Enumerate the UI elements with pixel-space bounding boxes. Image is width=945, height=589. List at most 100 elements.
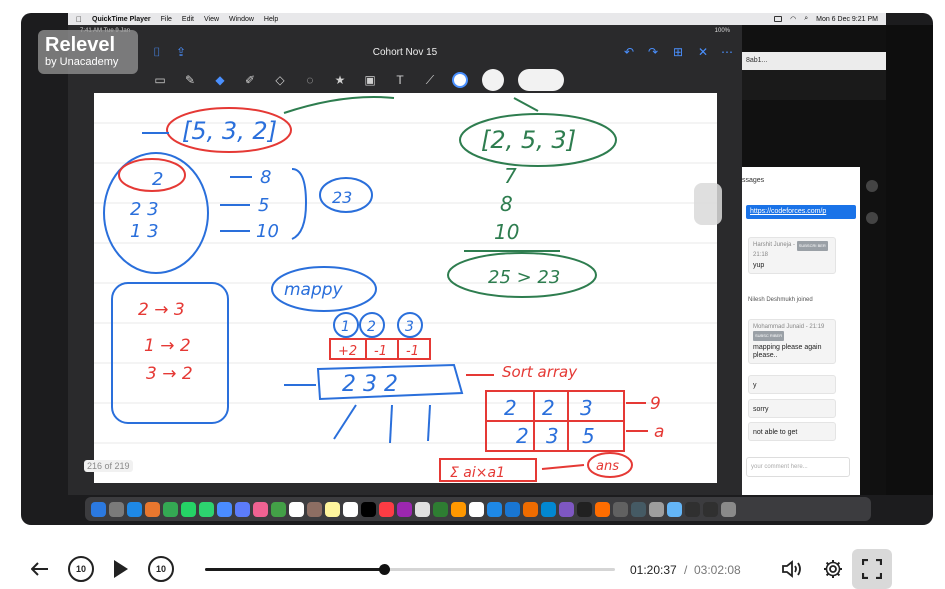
terminal-icon — [577, 501, 592, 517]
seek-bar-knob[interactable] — [378, 564, 390, 575]
volume-button[interactable] — [780, 557, 804, 581]
ans-label: ans — [596, 459, 619, 474]
fullscreen-icon — [862, 559, 882, 579]
width-swatch — [518, 69, 564, 91]
map-rule-2: 3 → 2 — [146, 364, 193, 384]
settings-button[interactable] — [821, 557, 845, 581]
chat-message: Harshit Juneja - SUBSCRI BER 21:18 yup — [748, 237, 836, 274]
speaker-icon — [782, 560, 801, 578]
finder-icon — [91, 501, 106, 517]
chat-message: not able to get — [748, 422, 836, 441]
delta-0: +2 — [338, 344, 357, 359]
grid-output-1: a — [654, 422, 664, 442]
facetime-icon — [271, 501, 286, 517]
preview-icon — [631, 501, 646, 517]
chat-title: ssages — [742, 177, 765, 184]
seek-bar[interactable] — [205, 564, 615, 575]
window-icon — [685, 501, 700, 517]
handwritten-notes: [5, 3, 2] [2, 5, 3] 2 2 3 1 3 8 5 10 23 … — [94, 96, 717, 482]
msg-author: Mohammad Junaid - 21:19 — [753, 324, 825, 330]
relevel-logo: Relevel by Unacademy — [38, 30, 138, 74]
arrow-value-2: 10 — [256, 221, 279, 242]
grid-output-0: 9 — [650, 394, 661, 414]
close-icon: ✕ — [697, 45, 709, 59]
browser-tab-text: 8ab1... — [746, 57, 768, 64]
undo-icon: ↶ — [623, 45, 635, 59]
page-counter: 216 of 219 — [84, 460, 133, 472]
mail-icon — [217, 501, 232, 517]
laser-icon: ⟋ — [425, 73, 435, 87]
tv-icon — [361, 501, 376, 517]
seek-bar-fill — [205, 568, 384, 571]
menubar-app-name: QuickTime Player — [86, 15, 151, 23]
firefox-icon — [145, 501, 160, 517]
vscode-icon — [505, 501, 520, 517]
array-box: 2 3 2 — [342, 372, 398, 397]
menu-file: File — [154, 15, 172, 23]
brace-value: 23 — [332, 188, 352, 207]
right-col-0: 7 — [504, 164, 517, 188]
menu-view: View — [197, 15, 219, 23]
logo-sub: by Unacademy — [45, 56, 119, 68]
rewind-10-button[interactable]: 10 — [68, 556, 94, 582]
forward-10-button[interactable]: 10 — [148, 556, 174, 582]
color-swatch — [482, 69, 504, 91]
grid-row-2: 1 3 — [130, 221, 159, 242]
music-icon — [379, 501, 394, 517]
settings-icon — [649, 501, 664, 517]
map-rule-0: 2 → 3 — [138, 300, 185, 320]
eraser-icon: ◆ — [215, 73, 225, 87]
time-separator: / — [684, 563, 688, 577]
lasso-icon: ◌ — [306, 73, 314, 87]
chat-panel: ssages https://codeforces.com/p Harshit … — [742, 167, 860, 495]
ipad-battery: 100% — [714, 28, 730, 34]
app-store-icon — [487, 501, 502, 517]
grid2-0: 2 — [516, 424, 529, 448]
numbers-icon — [433, 501, 448, 517]
msg-text: sorry — [753, 406, 769, 413]
map-rule-1: 1 → 2 — [144, 336, 191, 356]
color-swatch-active — [452, 72, 468, 88]
text-icon: T — [396, 73, 404, 87]
chat-message: sorry — [748, 399, 836, 418]
right-col-2: 10 — [494, 220, 519, 244]
sublime-icon — [523, 501, 538, 517]
trash-icon — [721, 501, 736, 517]
gear-icon — [824, 560, 842, 578]
layout-icon: ▭ — [154, 73, 166, 87]
video-edge — [886, 25, 933, 495]
safari-icon — [127, 501, 142, 517]
pages-icon — [451, 501, 466, 517]
subscriber-badge: SUBSCRI BER — [796, 241, 828, 251]
add-page-icon: ⊞ — [672, 45, 684, 59]
mac-menubar:  QuickTime Player File Edit View Window… — [68, 13, 886, 25]
sum-label: Σ ai×a1 — [450, 465, 505, 481]
grid1-1: 2 — [542, 396, 555, 420]
player-controls: 10 10 01:20:37 / 03:02:08 — [0, 545, 945, 589]
calendar-icon — [289, 501, 304, 517]
podcasts-icon — [397, 501, 412, 517]
freeform-icon — [469, 501, 484, 517]
fullscreen-button[interactable] — [852, 549, 892, 589]
right-array: [2, 5, 3] — [481, 126, 576, 154]
delta-1: -1 — [374, 344, 387, 359]
pen-icon: ✎ — [184, 73, 196, 87]
menubar-clock: Mon 6 Dec 9:21 PM — [816, 15, 878, 23]
wifi-icon: ◠ — [790, 16, 797, 23]
more-icon: ⋯ — [721, 45, 733, 59]
chat-link: https://codeforces.com/p — [746, 205, 856, 219]
logo-main: Relevel — [45, 34, 116, 56]
search-icon: ⌕ — [804, 15, 809, 22]
forward-10-label: 10 — [155, 564, 166, 574]
mapping-label: mappy — [284, 280, 344, 300]
video-player:  QuickTime Player File Edit View Window… — [0, 0, 945, 589]
note-title: Cohort Nov 15 — [372, 46, 438, 58]
image-icon: ▣ — [364, 73, 376, 87]
back-button[interactable] — [30, 557, 50, 581]
right-sum: 25 > 23 — [488, 267, 560, 288]
play-button[interactable] — [111, 557, 131, 581]
mac-dock — [85, 497, 871, 521]
keynote-icon — [415, 501, 430, 517]
left-array: [5, 3, 2] — [182, 117, 277, 145]
window-icon — [703, 501, 718, 517]
